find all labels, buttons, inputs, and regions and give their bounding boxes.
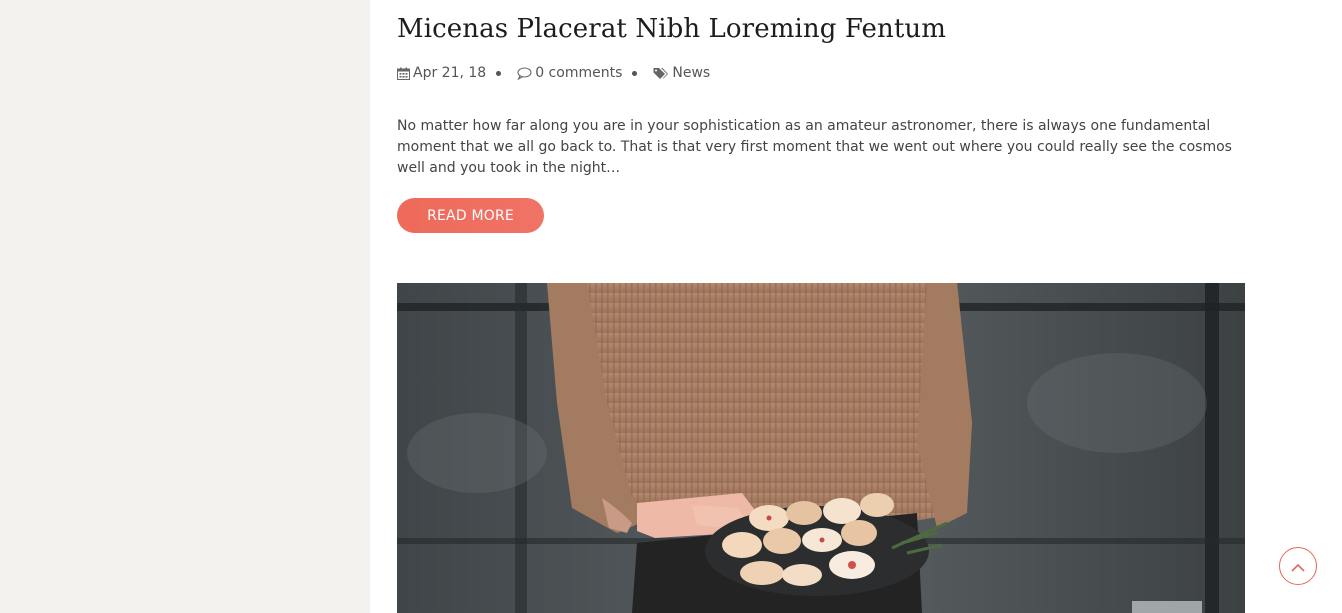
post-comments-link[interactable]: 0 comments (517, 65, 622, 81)
comment-icon (517, 66, 532, 80)
post-meta: Apr 21, 18 0 comments News (397, 64, 710, 82)
meta-separator (496, 70, 502, 76)
post-date-text: Apr 21, 18 (413, 65, 487, 81)
left-sidebar-panel (0, 0, 370, 613)
chevron-up-icon (1291, 557, 1305, 576)
meta-separator (632, 70, 638, 76)
post-category-link[interactable]: News (653, 65, 710, 81)
calendar-icon (397, 67, 410, 80)
tags-icon (653, 67, 669, 80)
post-featured-image[interactable] (397, 283, 1245, 613)
post-title[interactable]: Micenas Placerat Nibh Loreming Fentum (397, 14, 946, 44)
post-date[interactable]: Apr 21, 18 (397, 65, 486, 81)
post-comments-text: 0 comments (535, 65, 623, 81)
post-excerpt: No matter how far along you are in your … (397, 118, 1232, 176)
read-more-button[interactable]: READ MORE (397, 198, 544, 233)
scroll-to-top-button[interactable] (1279, 547, 1317, 585)
post-category-text: News (672, 65, 711, 81)
